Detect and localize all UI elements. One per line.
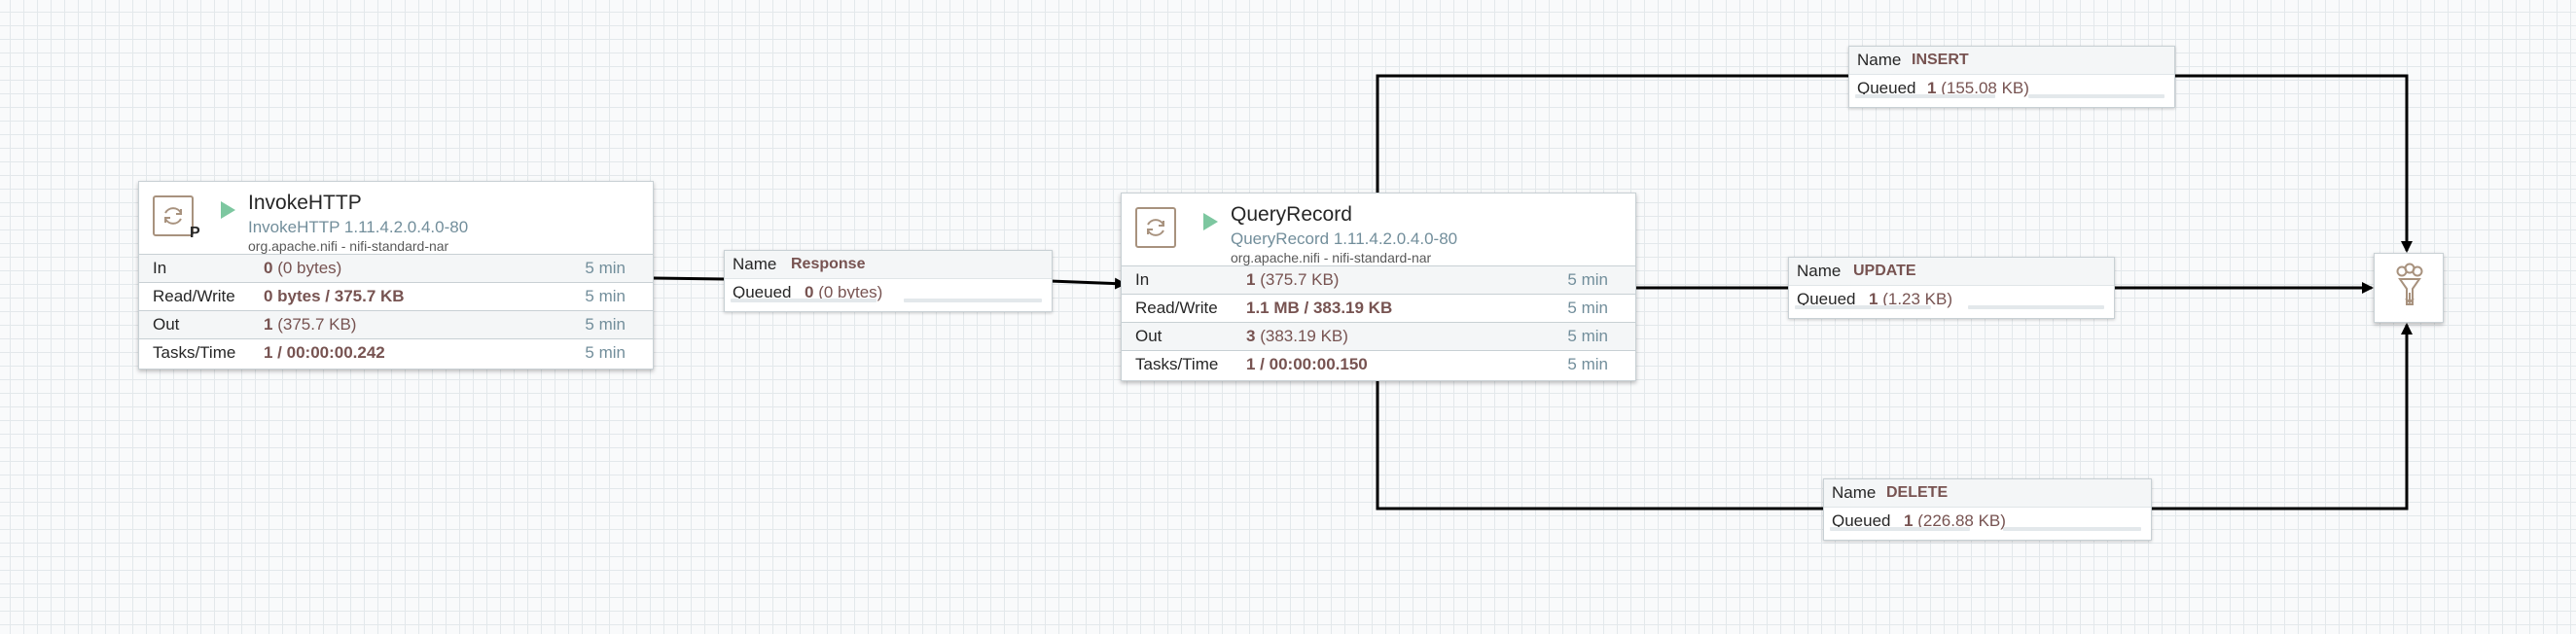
processor-name: QueryRecord — [1231, 203, 1352, 226]
flow-canvas[interactable]: P InvokeHTTP InvokeHTTP 1.11.4.2.0.4.0-8… — [0, 0, 2576, 634]
stat-row-out: Out 3 (383.19 KB) 5 min — [1122, 322, 1635, 350]
processor-header: P InvokeHTTP InvokeHTTP 1.11.4.2.0.4.0-8… — [139, 182, 653, 254]
stat-label-read-write: Read/Write — [1135, 299, 1218, 317]
funnel-icon — [2396, 263, 2423, 305]
connection-line-response[interactable] — [653, 276, 726, 281]
connection-label-response[interactable]: Name Response Queued 0 (0 bytes) — [724, 250, 1053, 312]
connection-name-key: Name — [1857, 51, 1902, 69]
stat-value-in: 0 (0 bytes) — [264, 259, 342, 277]
stat-label-tasks-time: Tasks/Time — [1135, 355, 1219, 373]
queue-bar-count — [731, 299, 877, 302]
run-state-icon — [221, 201, 235, 219]
stat-row-tasks-time: Tasks/Time 1 / 00:00:00.242 5 min — [139, 338, 653, 367]
connection-name-row: Name Response — [725, 251, 1052, 279]
stat-row-read-write: Read/Write 1.1 MB / 383.19 KB 5 min — [1122, 294, 1635, 322]
processor-type: InvokeHTTP 1.11.4.2.0.4.0-80 — [248, 218, 469, 236]
connection-name-value: DELETE — [1886, 484, 1949, 501]
connection-queued-row: Queued 1 (1.23 KB) — [1789, 286, 2114, 313]
processor-bundle: org.apache.nifi - nifi-standard-nar — [1231, 250, 1432, 265]
stat-label-out: Out — [153, 315, 180, 334]
stat-timeframe: 5 min — [585, 287, 626, 305]
stat-timeframe: 5 min — [1567, 327, 1608, 345]
connection-queued-row: Queued 1 (155.08 KB) — [1849, 75, 2174, 102]
stat-value-read-write: 0 bytes / 375.7 KB — [264, 287, 405, 305]
connection-queued-row: Queued 1 (226.88 KB) — [1824, 508, 2151, 535]
connection-queued-row: Queued 0 (0 bytes) — [725, 279, 1052, 306]
queue-bar-count — [1855, 94, 1995, 98]
primary-node-badge: P — [190, 225, 200, 241]
queue-bar-size — [1968, 305, 2104, 309]
stat-label-tasks-time: Tasks/Time — [153, 343, 236, 362]
connection-name-key: Name — [1832, 483, 1877, 502]
processor-bundle: org.apache.nifi - nifi-standard-nar — [248, 238, 449, 254]
stat-value-tasks-time: 1 / 00:00:00.150 — [1246, 355, 1368, 373]
queue-bar-size — [904, 299, 1042, 302]
queue-bar-size — [2028, 94, 2165, 98]
stat-timeframe: 5 min — [585, 343, 626, 362]
stat-timeframe: 5 min — [1567, 355, 1608, 373]
processor-icon — [1135, 207, 1176, 248]
run-state-icon — [1203, 213, 1218, 230]
connection-label-delete[interactable]: Name DELETE Queued 1 (226.88 KB) — [1823, 478, 2152, 541]
stat-label-out: Out — [1135, 327, 1163, 345]
stat-value-tasks-time: 1 / 00:00:00.242 — [264, 343, 385, 362]
stat-timeframe: 5 min — [1567, 270, 1608, 289]
connection-name-row: Name INSERT — [1849, 47, 2174, 75]
stat-value-in: 1 (375.7 KB) — [1246, 270, 1340, 289]
stat-label-read-write: Read/Write — [153, 287, 235, 305]
stat-timeframe: 5 min — [585, 315, 626, 334]
funnel[interactable] — [2374, 253, 2444, 323]
processor-header: QueryRecord QueryRecord 1.11.4.2.0.4.0-8… — [1122, 194, 1635, 265]
stat-row-read-write: Read/Write 0 bytes / 375.7 KB 5 min — [139, 282, 653, 310]
stat-timeframe: 5 min — [1567, 299, 1608, 317]
connection-name-value: INSERT — [1912, 52, 1969, 68]
processor-name: InvokeHTTP — [248, 192, 362, 214]
queue-bar-count — [1795, 305, 1931, 309]
connection-line-response-2[interactable] — [1049, 277, 1127, 290]
stat-value-read-write: 1.1 MB / 383.19 KB — [1246, 299, 1393, 317]
stat-value-out: 3 (383.19 KB) — [1246, 327, 1348, 345]
connection-label-update[interactable]: Name UPDATE Queued 1 (1.23 KB) — [1788, 257, 2115, 319]
stat-row-out: Out 1 (375.7 KB) 5 min — [139, 310, 653, 338]
connection-name-value: UPDATE — [1853, 263, 1916, 279]
connection-label-insert[interactable]: Name INSERT Queued 1 (155.08 KB) — [1848, 46, 2175, 108]
processor-invokehttp[interactable]: P InvokeHTTP InvokeHTTP 1.11.4.2.0.4.0-8… — [138, 181, 654, 370]
processor-icon — [153, 195, 194, 236]
stat-label-in: In — [153, 259, 167, 277]
stat-value-out: 1 (375.7 KB) — [264, 315, 357, 334]
stat-timeframe: 5 min — [585, 259, 626, 277]
queue-bar-count — [1830, 527, 1970, 531]
connection-name-row: Name DELETE — [1824, 479, 2151, 508]
stat-row-in: In 1 (375.7 KB) 5 min — [1122, 265, 1635, 294]
connection-name-value: Response — [791, 256, 866, 272]
processor-queryrecord[interactable]: QueryRecord QueryRecord 1.11.4.2.0.4.0-8… — [1121, 193, 1636, 381]
stat-row-in: In 0 (0 bytes) 5 min — [139, 254, 653, 282]
queue-bar-size — [2003, 527, 2141, 531]
connection-name-key: Name — [1797, 262, 1842, 280]
stat-label-in: In — [1135, 270, 1150, 289]
processor-type: QueryRecord 1.11.4.2.0.4.0-80 — [1231, 229, 1458, 248]
stat-row-tasks-time: Tasks/Time 1 / 00:00:00.150 5 min — [1122, 350, 1635, 378]
connection-name-row: Name UPDATE — [1789, 258, 2114, 286]
connection-name-key: Name — [733, 255, 777, 273]
